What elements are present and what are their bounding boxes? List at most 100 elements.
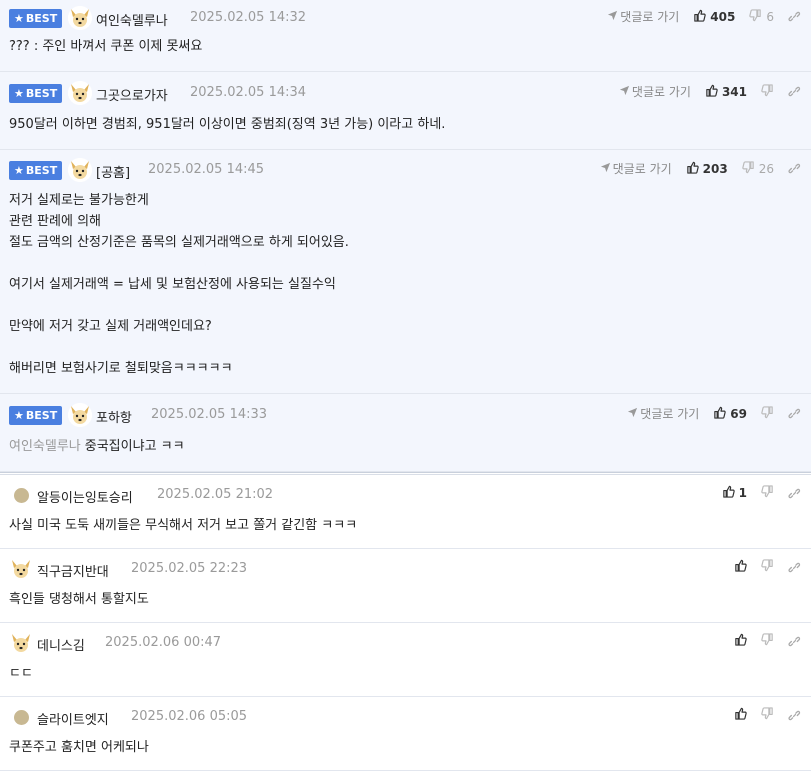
comment-text: 저거 실제로는 불가능한게 xyxy=(9,193,149,208)
dislike-button[interactable]: 26 xyxy=(742,160,774,177)
author-nickname[interactable]: 직구금지반대 xyxy=(37,561,109,580)
comment-actions xyxy=(734,633,801,649)
arrow-icon xyxy=(600,162,613,176)
comment-text: 중국집이냐고 ㅋㅋ xyxy=(84,439,185,454)
goto-reply-label: 댓글로 가기 xyxy=(612,162,672,176)
best-comment: ★ BEST [공홈] 2025.02.05 14:45 댓글로 가기 203 26 저거 실… xyxy=(0,150,811,394)
thumbs-down-icon xyxy=(761,485,774,501)
comment-header: 데니스김 2025.02.06 00:47 xyxy=(0,623,811,663)
comment-text: 관련 판례에 의해 xyxy=(9,214,101,229)
goto-reply-label: 댓글로 가기 xyxy=(640,407,700,421)
goto-reply-link[interactable]: 댓글로 가기 xyxy=(619,83,691,100)
avatar-icon[interactable] xyxy=(68,158,92,182)
like-button[interactable]: 69 xyxy=(713,406,747,422)
like-button[interactable]: 341 xyxy=(705,84,747,100)
like-button[interactable]: 405 xyxy=(693,9,735,25)
arrow-icon xyxy=(607,10,620,24)
link-icon[interactable] xyxy=(788,561,801,574)
comment-header: ★ BEST 여인숙델루나 2025.02.05 14:32 댓글로 가기 405 6 xyxy=(0,0,811,36)
comment-actions xyxy=(734,559,801,575)
reply-to-nickname[interactable]: 여인숙델루나 xyxy=(9,439,81,454)
comment-text-line: 절도 금액의 산정기준은 품목의 실제거래액으로 하게 되어있음. xyxy=(9,232,802,253)
comment-actions xyxy=(734,707,801,723)
comment-body: ㄷㄷ xyxy=(0,663,811,696)
thumbs-down-icon xyxy=(761,405,774,422)
arrow-icon xyxy=(619,85,632,99)
comment-date: 2025.02.05 21:02 xyxy=(157,487,274,502)
comment-text-line: 쿠폰주고 훔치면 어케되나 xyxy=(9,737,802,758)
comment-date: 2025.02.06 05:05 xyxy=(131,709,248,724)
comment-actions: 댓글로 가기 341 xyxy=(619,83,801,100)
comment-text: 절도 금액의 산정기준은 품목의 실제거래액으로 하게 되어있음. xyxy=(9,235,349,250)
like-button[interactable] xyxy=(734,633,747,649)
comment-text: ??? : 주인 바껴서 쿠폰 이제 못써요 xyxy=(9,39,203,54)
comment-header: ★ BEST 그곳으로가자 2025.02.05 14:34 댓글로 가기 341 xyxy=(0,72,811,114)
comment-body: 흑인들 댕청해서 통할지도 xyxy=(0,589,811,622)
author-nickname[interactable]: 데니스김 xyxy=(37,635,85,654)
dislike-button[interactable] xyxy=(761,405,774,422)
comment-text-line: 여인숙델루나 중국집이냐고 ㅋㅋ xyxy=(9,436,802,457)
comment-text-line: 저거 실제로는 불가능한게 xyxy=(9,190,802,211)
thumbs-up-icon xyxy=(734,633,747,649)
comment: 알등이는잉토승리 2025.02.05 21:02 1 사실 미국 도둑 새끼들은 무… xyxy=(0,475,811,549)
star-icon: ★ xyxy=(14,163,24,177)
comment-text: 흑인들 댕청해서 통할지도 xyxy=(9,592,149,607)
link-icon[interactable] xyxy=(788,162,801,175)
goto-reply-label: 댓글로 가기 xyxy=(620,10,680,24)
goto-reply-link[interactable]: 댓글로 가기 xyxy=(607,8,679,25)
comment-text: 사실 미국 도둑 새끼들은 무식해서 저거 보고 쫄거 같긴함 ㅋㅋㅋ xyxy=(9,518,358,533)
like-button[interactable]: 1 xyxy=(722,485,747,501)
avatar-icon[interactable] xyxy=(9,557,33,581)
author-nickname[interactable]: 슬라이트엣지 xyxy=(37,709,109,728)
comment-text-line: ??? : 주인 바껴서 쿠폰 이제 못써요 xyxy=(9,36,802,57)
thumbs-up-icon xyxy=(734,707,747,723)
author-nickname[interactable]: 그곳으로가자 xyxy=(96,85,168,104)
comment-header: ★ BEST 포하항 2025.02.05 14:33 댓글로 가기 69 xyxy=(0,394,811,436)
author-nickname[interactable]: 포하항 xyxy=(96,407,132,426)
like-count: 203 xyxy=(702,161,728,176)
best-label: BEST xyxy=(25,86,58,100)
comment-text: 만약에 저거 갖고 실제 거래액인데요? xyxy=(9,319,212,334)
link-icon[interactable] xyxy=(788,487,801,500)
comment-actions: 1 xyxy=(722,485,801,501)
link-icon[interactable] xyxy=(788,709,801,722)
author-nickname[interactable]: 알등이는잉토승리 xyxy=(37,487,133,506)
avatar-icon[interactable] xyxy=(9,631,33,655)
link-icon[interactable] xyxy=(788,10,801,23)
comment-text-line: 만약에 저거 갖고 실제 거래액인데요? xyxy=(9,316,802,337)
dislike-button[interactable] xyxy=(761,707,774,723)
avatar-icon[interactable] xyxy=(68,403,92,427)
avatar-icon[interactable] xyxy=(68,6,92,30)
comment-text: 여기서 실제거래액 = 납세 및 보험산정에 사용되는 실질수익 xyxy=(9,277,336,292)
dislike-button[interactable] xyxy=(761,83,774,100)
comment-date: 2025.02.05 14:45 xyxy=(148,161,265,177)
dislike-button[interactable] xyxy=(761,559,774,575)
comment-text-line: 여기서 실제거래액 = 납세 및 보험산정에 사용되는 실질수익 xyxy=(9,274,802,295)
like-button[interactable] xyxy=(734,707,747,723)
avatar-icon[interactable] xyxy=(14,710,29,725)
goto-reply-link[interactable]: 댓글로 가기 xyxy=(627,405,699,422)
link-icon[interactable] xyxy=(788,635,801,648)
like-button[interactable] xyxy=(734,559,747,575)
dislike-button[interactable] xyxy=(761,485,774,501)
thumbs-up-icon xyxy=(734,559,747,575)
comment-text-line: 950달러 이하면 경범죄, 951달러 이상이면 중범죄(징역 3년 가능) … xyxy=(9,114,802,135)
like-button[interactable]: 203 xyxy=(686,161,728,177)
avatar-icon[interactable] xyxy=(14,488,29,503)
like-count: 69 xyxy=(730,406,747,421)
author-nickname[interactable]: 여인숙델루나 xyxy=(96,10,168,29)
author-nickname[interactable]: [공홈] xyxy=(96,162,130,181)
avatar-icon[interactable] xyxy=(68,81,92,105)
dislike-button[interactable]: 6 xyxy=(749,8,774,25)
dislike-button[interactable] xyxy=(761,633,774,649)
link-icon[interactable] xyxy=(788,407,801,420)
comment-date: 2025.02.06 00:47 xyxy=(105,635,222,650)
comment: 슬라이트엣지 2025.02.06 05:05 쿠폰주고 훔치면 어케되나 xyxy=(0,697,811,771)
comment-header: 슬라이트엣지 2025.02.06 05:05 xyxy=(0,697,811,737)
goto-reply-link[interactable]: 댓글로 가기 xyxy=(600,160,672,177)
link-icon[interactable] xyxy=(788,85,801,98)
dislike-count: 26 xyxy=(758,161,774,176)
comment-body: 저거 실제로는 불가능한게관련 판례에 의해절도 금액의 산정기준은 품목의 실… xyxy=(0,190,811,393)
thumbs-up-icon xyxy=(693,9,707,25)
thumbs-down-icon xyxy=(761,559,774,575)
